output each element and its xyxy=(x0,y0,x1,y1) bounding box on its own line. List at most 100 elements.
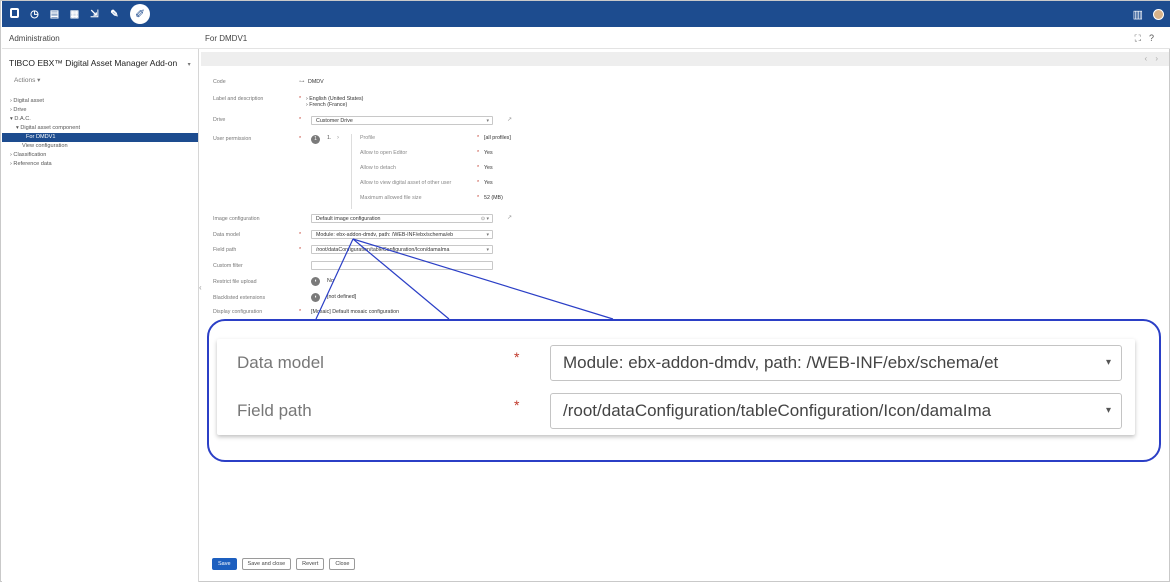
inherit-icon[interactable]: ◖ xyxy=(311,293,320,302)
required-mark: * xyxy=(477,165,480,171)
permission-field-value: Yes xyxy=(484,180,493,186)
sidebar-item[interactable]: › Classification xyxy=(2,151,198,160)
sidebar-item[interactable]: › Reference data xyxy=(2,160,198,169)
image-config-label: Image configuration xyxy=(213,216,260,222)
user-permission-label: User permission xyxy=(213,136,252,142)
zoom-field-path-select[interactable]: /root/dataConfiguration/tableConfigurati… xyxy=(550,393,1122,429)
permission-count-badge[interactable]: 1 xyxy=(311,135,320,144)
zoom-panel: Data model * Module: ebx-addon-dmdv, pat… xyxy=(217,339,1135,435)
form-actions: Save Save and close Revert Close xyxy=(212,558,356,570)
open-link-icon[interactable]: ↗ xyxy=(507,214,512,221)
grid-menu-icon[interactable]: ▥ xyxy=(1133,8,1143,21)
sidebar-item[interactable]: ▾ Digital asset component xyxy=(2,124,198,133)
sidebar-item[interactable]: For DMDV1 xyxy=(2,133,198,142)
blacklisted-value: [not defined] xyxy=(327,294,357,300)
top-toolbar: ◷ ▤ ▦ ⇲ ✎ ✐ ▥ xyxy=(2,1,1170,27)
chevron-down-icon: ▾ xyxy=(1105,357,1111,368)
drive-value: Customer Drive xyxy=(316,118,353,124)
code-label: Code xyxy=(213,79,226,85)
save-and-close-button[interactable]: Save and close xyxy=(241,558,292,570)
image-config-select[interactable]: Default image configuration ⊙ ▾ xyxy=(311,214,493,223)
pin-icon[interactable]: ✎ xyxy=(108,8,121,21)
permission-index: 1. xyxy=(327,135,332,141)
sidebar-item[interactable]: › Drive xyxy=(2,106,198,115)
database-icon[interactable] xyxy=(8,7,21,21)
permission-field-value: 52 (MB) xyxy=(484,195,503,201)
field-path-value: /root/dataConfiguration/tableConfigurati… xyxy=(316,247,450,253)
document-icon[interactable]: ▤ xyxy=(48,8,61,21)
permission-field-value: Yes xyxy=(484,165,493,171)
breadcrumb: For DMDV1 xyxy=(205,34,248,43)
key-icon: ⊶ xyxy=(299,79,305,85)
drive-label: Drive xyxy=(213,117,226,123)
sidebar-tree: › Digital asset › Drive ▾ D.A.C. ▾ Digital … xyxy=(2,97,198,169)
zoom-data-model-select[interactable]: Module: ebx-addon-dmdv, path: /WEB-INF/e… xyxy=(550,345,1122,381)
required-mark: * xyxy=(477,195,480,201)
zoom-field-path-label: Field path xyxy=(237,401,312,420)
chevron-down-icon: ▾ xyxy=(486,247,489,253)
header-icons: ⛶? xyxy=(1135,33,1162,44)
restrict-upload-label: Restrict file upload xyxy=(213,279,257,285)
chevron-right-icon[interactable]: › xyxy=(337,135,339,141)
required-mark: * xyxy=(477,180,480,186)
chevron-down-icon: ▾ xyxy=(187,62,191,68)
module-title: TIBCO EBX™ Digital Asset Manager Add-on xyxy=(9,58,178,68)
sub-header: Administration For DMDV1 ⛶? xyxy=(2,27,1170,49)
required-mark: * xyxy=(514,349,520,365)
required-mark: * xyxy=(299,136,302,142)
data-model-select[interactable]: Module: ebx-addon-dmdv, path: /WEB-INF/e… xyxy=(311,230,493,239)
revert-button[interactable]: Revert xyxy=(296,558,325,570)
label-description-label: Label and description xyxy=(213,96,264,102)
user-avatar-icon[interactable] xyxy=(1153,8,1164,20)
image-config-value: Default image configuration xyxy=(316,216,381,222)
record-toolbar: ‹ › xyxy=(201,52,1169,66)
required-mark: * xyxy=(299,96,302,102)
section-title: Administration xyxy=(9,34,60,43)
export-icon[interactable]: ⇲ xyxy=(88,8,101,21)
open-link-icon[interactable]: ↗ xyxy=(507,116,512,123)
save-button[interactable]: Save xyxy=(212,558,237,570)
permission-details: Profile * [all profiles] Allow to open Edit… xyxy=(351,134,599,209)
display-config-label: Display configuration xyxy=(213,309,263,315)
blacklisted-label: Blacklisted extensions xyxy=(213,295,266,301)
zoom-data-model-label: Data model xyxy=(237,353,324,372)
expand-icon[interactable]: ⛶ xyxy=(1135,33,1149,43)
chevron-down-icon: ⊙ ▾ xyxy=(480,216,489,222)
label-lang-fr[interactable]: › French (France) xyxy=(306,102,347,108)
drive-select[interactable]: Customer Drive ▾ xyxy=(311,116,493,125)
required-mark: * xyxy=(299,309,302,315)
chevron-down-icon: ▾ xyxy=(1105,405,1111,416)
close-button[interactable]: Close xyxy=(329,558,356,570)
sidebar-item[interactable]: › Digital asset xyxy=(2,97,198,106)
help-icon[interactable]: ? xyxy=(1149,33,1162,43)
field-path-label: Field path xyxy=(213,247,237,253)
app-window: ◷ ▤ ▦ ⇲ ✎ ✐ ▥ Administration For DMDV1 ⛶… xyxy=(0,0,1170,582)
display-config-value[interactable]: [Mosaic] Default mosaic configuration xyxy=(311,309,399,315)
permission-field-value: [all profiles] xyxy=(484,135,511,141)
required-mark: * xyxy=(299,117,302,123)
chevron-down-icon: ▾ xyxy=(486,232,489,238)
custom-filter-label: Custom filter xyxy=(213,263,243,269)
module-selector[interactable]: TIBCO EBX™ Digital Asset Manager Add-on … xyxy=(9,58,191,68)
inherit-icon[interactable]: ◖ xyxy=(311,277,320,286)
required-mark: * xyxy=(514,397,520,413)
data-model-label: Data model xyxy=(213,232,241,238)
record-navigation[interactable]: ‹ › xyxy=(1144,54,1161,63)
sidebar: TIBCO EBX™ Digital Asset Manager Add-on … xyxy=(2,49,199,582)
custom-filter-input[interactable] xyxy=(311,261,493,270)
required-mark: * xyxy=(299,232,302,238)
sidebar-item[interactable]: ▾ D.A.C. xyxy=(2,115,198,124)
restrict-upload-value: No xyxy=(327,278,334,284)
clock-icon[interactable]: ◷ xyxy=(28,8,41,21)
sidebar-item[interactable]: View configuration xyxy=(2,142,198,151)
required-mark: * xyxy=(477,135,480,141)
collapse-sidebar-icon[interactable]: ‹ xyxy=(199,283,202,292)
wrench-icon[interactable]: ✐ xyxy=(130,4,150,24)
actions-menu[interactable]: Actions ▾ xyxy=(14,76,40,84)
data-icon[interactable]: ▦ xyxy=(68,8,81,21)
permission-field-label: Allow to open Editor xyxy=(360,150,408,156)
zoom-data-model-value: Module: ebx-addon-dmdv, path: /WEB-INF/e… xyxy=(563,353,999,372)
required-mark: * xyxy=(299,247,302,253)
field-path-select[interactable]: /root/dataConfiguration/tableConfigurati… xyxy=(311,245,493,254)
permission-field-label: Allow to view digital asset of other use… xyxy=(360,180,452,186)
